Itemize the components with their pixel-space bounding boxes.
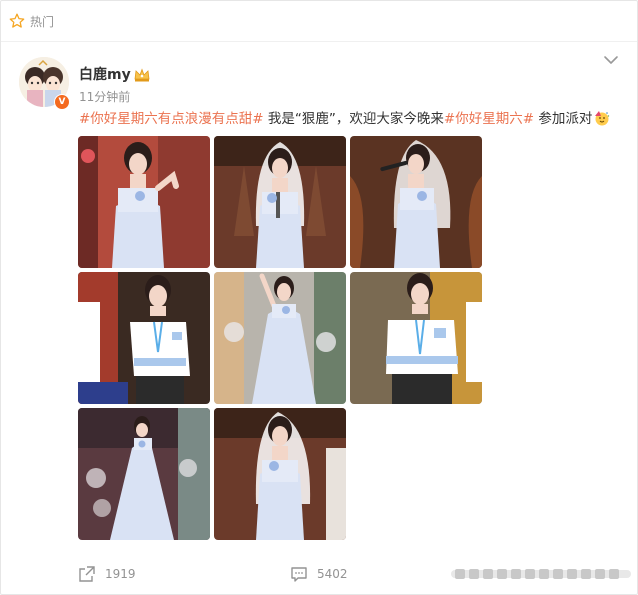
photo-thumbnail-1[interactable] [78, 136, 210, 268]
verified-badge-icon: V [54, 94, 70, 110]
post-text-segment: 我是“狠鹿”，欢迎大家今晚来 [263, 111, 444, 127]
comment-button[interactable]: 5402 [290, 565, 360, 583]
hashtag-link[interactable]: #你好星期六# [444, 111, 534, 127]
photo-thumbnail-7[interactable] [78, 408, 210, 540]
photo-thumbnail-3[interactable] [350, 136, 482, 268]
repost-button[interactable]: 1919 [78, 565, 148, 583]
topbar-title: 热门 [30, 15, 55, 29]
crown-icon [134, 68, 150, 82]
photo-thumbnail-2[interactable] [214, 136, 346, 268]
topbar: 热门 [1, 1, 637, 42]
post-text: #你好星期六有点浪漫有点甜# 我是“狠鹿”，欢迎大家今晚来#你好星期六# 参加派… [79, 110, 619, 128]
watermark-image [451, 569, 631, 579]
photo-thumbnail-4[interactable] [78, 272, 210, 404]
post-text-segment: 参加派对 [534, 111, 593, 127]
author-name[interactable]: 白鹿my [79, 66, 131, 84]
chevron-down-icon[interactable] [602, 53, 620, 67]
weibo-post-card: 热门 V 白鹿my 11分钟前 #你好星期六有点浪漫有点甜# 我是“狠鹿”，欢迎… [0, 0, 638, 595]
photo-thumbnail-6[interactable] [350, 272, 482, 404]
star-icon [9, 13, 25, 28]
comment-count: 5402 [317, 567, 348, 581]
hashtag-link[interactable]: #你好星期六有点浪漫有点甜# [79, 111, 264, 127]
repost-count: 1919 [105, 567, 136, 581]
share-icon [79, 566, 95, 582]
photo-thumbnail-5[interactable] [214, 272, 346, 404]
comment-icon [291, 567, 307, 582]
post-time[interactable]: 11分钟前 [79, 89, 130, 105]
photo-thumbnail-8[interactable] [214, 408, 346, 540]
party-face-icon [595, 111, 610, 126]
